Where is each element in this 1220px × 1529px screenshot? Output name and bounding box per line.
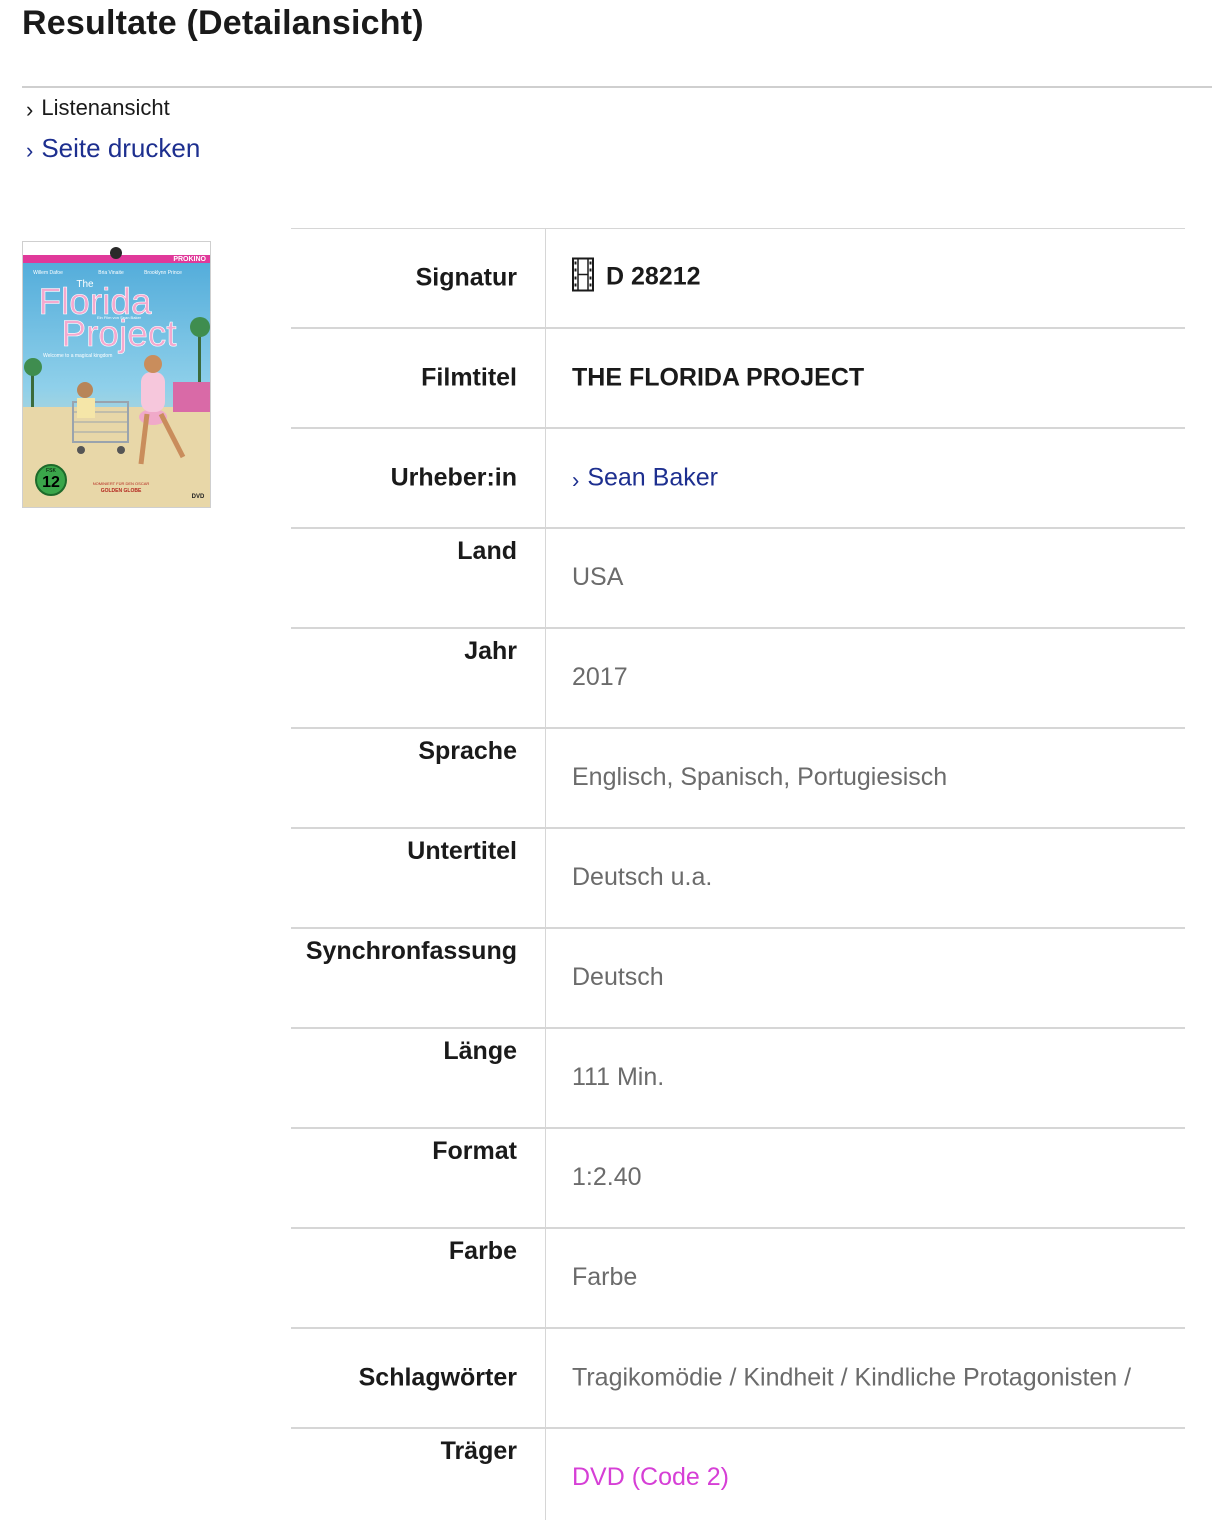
- farbe-label: Farbe: [448, 1237, 517, 1265]
- row-laenge: Länge 111 Min.: [291, 1029, 1185, 1129]
- signatur-value-wrap: D 28212: [572, 257, 701, 299]
- cover-director: Ein Film von Sean Baker: [97, 315, 142, 320]
- urheber-link[interactable]: › Sean Baker: [572, 464, 718, 493]
- untertitel-label: Untertitel: [407, 837, 517, 865]
- detail-table: Signatur D 28212 Filmtitel THE FLORIDA P…: [291, 228, 1185, 1529]
- row-urheber: Urheber:in › Sean Baker: [291, 429, 1185, 529]
- list-view-label: Listenansicht: [41, 95, 170, 120]
- row-land: Land USA: [291, 529, 1185, 629]
- land-label: Land: [457, 537, 517, 565]
- urheber-value: Sean Baker: [587, 463, 718, 492]
- print-page-link[interactable]: › Seite drucken: [26, 133, 200, 164]
- cover-award-2: GOLDEN GLOBE: [101, 488, 142, 494]
- cover-tagline: Welcome to a magical kingdom: [43, 353, 112, 359]
- cover-cast-3: Brooklynn Prince: [144, 270, 182, 276]
- row-schlagwoerter: Schlagwörter Tragikomödie / Kindheit / K…: [291, 1329, 1185, 1429]
- synchronfassung-label: Synchronfassung: [305, 937, 517, 965]
- row-sprache: Sprache Englisch, Spanisch, Portugiesisc…: [291, 729, 1185, 829]
- row-untertitel: Untertitel Deutsch u.a.: [291, 829, 1185, 929]
- schlagwoerter-label: Schlagwörter: [358, 1363, 517, 1392]
- row-format: Format 1:2.40: [291, 1129, 1185, 1229]
- row-farbe: Farbe Farbe: [291, 1229, 1185, 1329]
- row-signatur: Signatur D 28212: [291, 229, 1185, 329]
- dvd-cover-image[interactable]: PROKINO Willem Dafoe Bria Vinaite Brookl…: [22, 241, 211, 508]
- land-value: USA: [572, 563, 624, 591]
- row-synchronfassung: Synchronfassung Deutsch: [291, 929, 1185, 1029]
- title-divider: [22, 86, 1212, 88]
- signatur-label: Signatur: [415, 263, 517, 292]
- print-page-label: Seite drucken: [41, 133, 201, 163]
- sprache-value: Englisch, Spanisch, Portugiesisch: [572, 763, 948, 791]
- fsk-age: 12: [42, 474, 60, 491]
- jahr-label: Jahr: [464, 637, 517, 665]
- jahr-value: 2017: [572, 663, 628, 691]
- row-filmtitel: Filmtitel THE FLORIDA PROJECT: [291, 329, 1185, 429]
- chevron-right-icon: ›: [26, 137, 34, 163]
- farbe-value: Farbe: [572, 1263, 638, 1291]
- cover-brand: PROKINO: [173, 256, 206, 263]
- filmtitel-value: THE FLORIDA PROJECT: [572, 363, 865, 392]
- list-view-link[interactable]: › Listenansicht: [26, 95, 170, 121]
- synchronfassung-value: Deutsch: [572, 963, 664, 991]
- traeger-link[interactable]: DVD (Code 2): [572, 1463, 729, 1492]
- film-icon: [572, 257, 594, 299]
- page-title: Resultate (Detailansicht): [22, 4, 424, 42]
- format-value: 1:2.40: [572, 1163, 642, 1191]
- untertitel-value: Deutsch u.a.: [572, 863, 713, 891]
- row-traeger: Träger DVD (Code 2): [291, 1429, 1185, 1529]
- cover-cast-2: Bria Vinaite: [98, 270, 124, 276]
- traeger-label: Träger: [440, 1437, 517, 1465]
- cover-media: DVD: [192, 494, 205, 500]
- cover-cast-1: Willem Dafoe: [33, 270, 63, 276]
- laenge-label: Länge: [443, 1037, 517, 1065]
- chevron-right-icon: ›: [572, 467, 580, 493]
- laenge-value: 111 Min.: [572, 1063, 665, 1091]
- chevron-right-icon: ›: [26, 97, 34, 122]
- urheber-label: Urheber:in: [390, 463, 517, 492]
- sprache-label: Sprache: [418, 737, 517, 765]
- schlagwoerter-value: Tragikomödie / Kindheit / Kindliche Prot…: [572, 1363, 1132, 1392]
- signatur-value: D 28212: [606, 262, 701, 291]
- format-label: Format: [432, 1137, 517, 1165]
- row-jahr: Jahr 2017: [291, 629, 1185, 729]
- cover-award-1: NOMINIERT FÜR DEN OSCAR: [93, 481, 150, 486]
- filmtitel-label: Filmtitel: [421, 363, 517, 392]
